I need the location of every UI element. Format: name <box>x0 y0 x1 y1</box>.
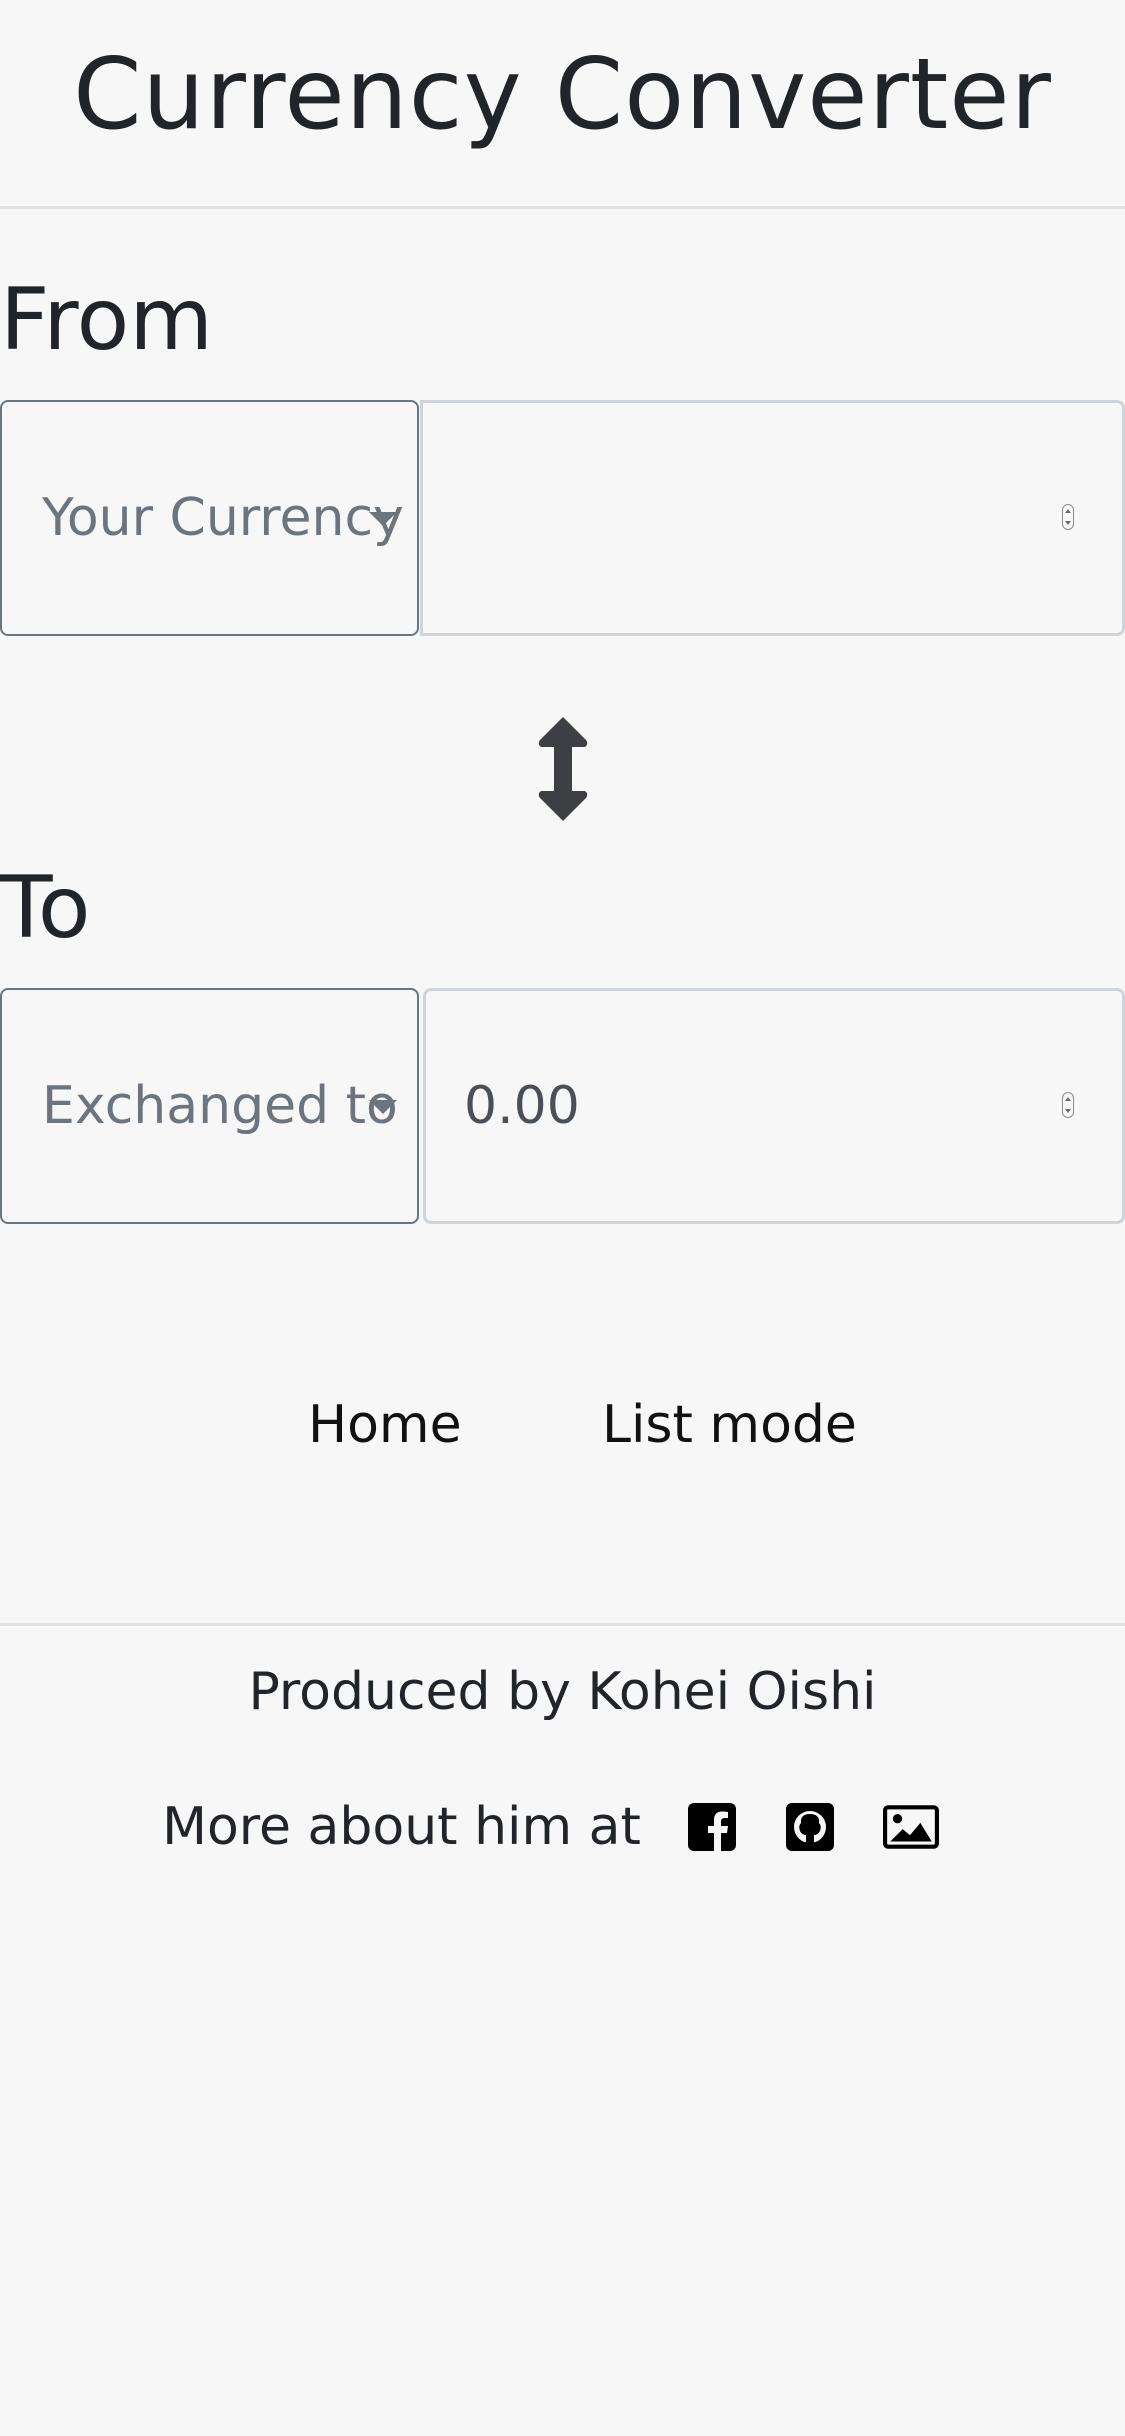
swap-vertical-arrows-icon[interactable] <box>536 714 590 824</box>
footer-credit: Produced by Kohei Oishi <box>248 1662 877 1722</box>
from-currency-dropdown[interactable]: Your Currency <box>0 400 419 636</box>
bottom-nav: Home List mode <box>0 1390 1125 1470</box>
from-currency-dropdown-label: Your Currency <box>42 488 404 548</box>
footer-divider <box>0 1623 1125 1626</box>
to-currency-dropdown-label: Exchanged to <box>42 1076 398 1136</box>
to-amount-value: 0.00 <box>464 1076 580 1136</box>
chevron-down-icon <box>369 1100 397 1114</box>
to-label: To <box>0 858 91 958</box>
from-amount-input[interactable] <box>420 400 1125 636</box>
footer-social-row: More about him at <box>0 1790 1125 1864</box>
image-gallery-icon[interactable] <box>882 1802 939 1852</box>
chevron-down-icon <box>369 512 397 526</box>
header-divider <box>0 206 1125 209</box>
to-amount-input[interactable]: 0.00 <box>423 988 1125 1224</box>
github-icon[interactable] <box>785 1802 835 1852</box>
number-spinner-icon[interactable] <box>1062 504 1074 530</box>
to-currency-dropdown[interactable]: Exchanged to <box>0 988 419 1224</box>
more-about-text: More about him at <box>162 1797 641 1857</box>
nav-list-mode-link[interactable]: List mode <box>602 1390 857 1460</box>
page-title: Currency Converter <box>73 38 1052 152</box>
nav-home-link[interactable]: Home <box>308 1390 462 1460</box>
from-label: From <box>0 270 214 370</box>
facebook-icon[interactable] <box>687 1802 737 1852</box>
number-spinner-icon[interactable] <box>1062 1092 1074 1118</box>
